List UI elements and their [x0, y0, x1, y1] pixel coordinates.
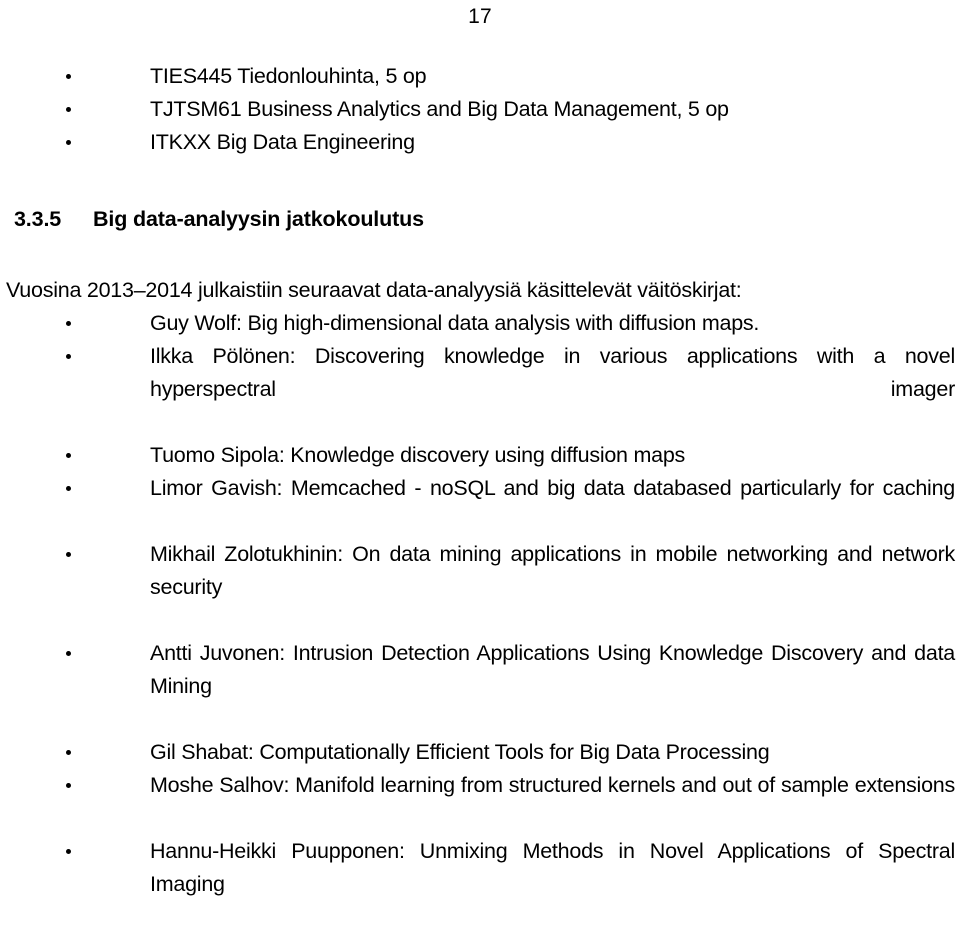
list-item-text: Guy Wolf: Big high-dimensional data anal… [150, 311, 760, 335]
list-item: Antti Juvonen: Intrusion Detection Appli… [0, 637, 960, 736]
bullet-icon [66, 126, 76, 159]
list-item: Moshe Salhov: Manifold learning from str… [0, 769, 960, 835]
list-item-text: Mikhail Zolotukhinin: On data mining app… [150, 542, 955, 599]
intro-paragraph: Vuosina 2013–2014 julkaistiin seuraavat … [6, 278, 742, 302]
list-item: Guy Wolf: Big high-dimensional data anal… [0, 307, 960, 340]
list-item-text: Tuomo Sipola: Knowledge discovery using … [150, 443, 686, 467]
bullet-icon [66, 538, 76, 571]
list-item-text: Limor Gavish: Memcached - noSQL and big … [150, 476, 955, 500]
list-item-text: Antti Juvonen: Intrusion Detection Appli… [150, 641, 955, 698]
bullet-icon [66, 439, 76, 472]
bullet-icon [66, 60, 76, 93]
list-item: Limor Gavish: Memcached - noSQL and big … [0, 472, 960, 538]
list-item: Mikhail Zolotukhinin: On data mining app… [0, 538, 960, 637]
section-title: Big data-analyysin jatkokoulutus [93, 207, 424, 231]
list-item-text: Moshe Salhov: Manifold learning from str… [150, 773, 955, 797]
list-item-text: TJTSM61 Business Analytics and Big Data … [150, 97, 729, 121]
list-item: Hannu-Heikki Puupponen: Unmixing Methods… [0, 835, 960, 934]
list-item: Ilkka Pölönen: Discovering knowledge in … [0, 340, 960, 439]
bullet-icon [66, 93, 76, 126]
bullet-icon [66, 736, 76, 769]
bullet-icon [66, 472, 76, 505]
dissertation-list: Guy Wolf: Big high-dimensional data anal… [0, 307, 960, 934]
page-number: 17 [468, 5, 492, 28]
list-item-text: Gil Shabat: Computationally Efficient To… [150, 740, 770, 764]
list-item: Tuomo Sipola: Knowledge discovery using … [0, 439, 960, 472]
bullet-icon [66, 769, 76, 802]
list-item: ITKXX Big Data Engineering [0, 126, 960, 159]
section-heading: 3.3.5 Big data-analyysin jatkokoulutus [14, 205, 424, 233]
list-item: TIES445 Tiedonlouhinta, 5 op [0, 60, 960, 93]
bullet-icon [66, 307, 76, 340]
list-item-text: TIES445 Tiedonlouhinta, 5 op [150, 64, 427, 88]
list-item: Gil Shabat: Computationally Efficient To… [0, 736, 960, 769]
list-item: TJTSM61 Business Analytics and Big Data … [0, 93, 960, 126]
bullet-icon [66, 835, 76, 868]
list-item-text: Ilkka Pölönen: Discovering knowledge in … [150, 344, 955, 401]
list-item-text: Hannu-Heikki Puupponen: Unmixing Methods… [150, 839, 955, 896]
document-page: 17 TIES445 Tiedonlouhinta, 5 op TJTSM61 … [0, 0, 960, 896]
list-item-text: ITKXX Big Data Engineering [150, 130, 415, 154]
bullet-icon [66, 637, 76, 670]
section-number: 3.3.5 [14, 207, 62, 231]
bullet-icon [66, 340, 76, 373]
course-list: TIES445 Tiedonlouhinta, 5 op TJTSM61 Bus… [0, 60, 960, 159]
